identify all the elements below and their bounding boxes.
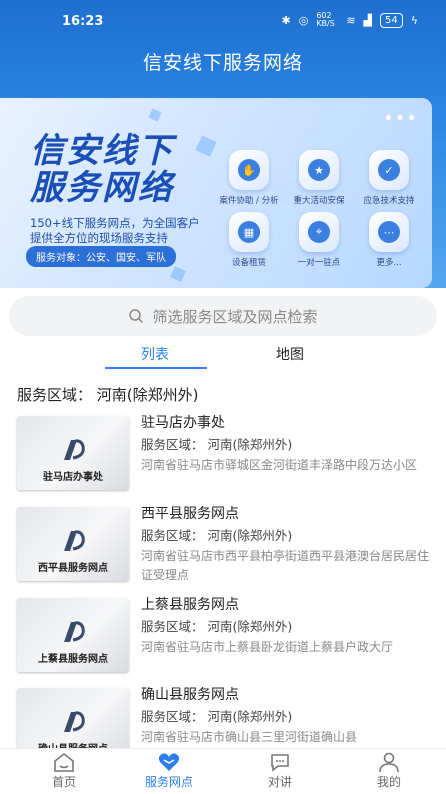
region-header: 服务区域： 河南(除郑州外)	[17, 386, 199, 404]
page-title: 信安线下服务网络	[142, 52, 303, 74]
item-thumbnail: 上蔡县服务网点	[17, 598, 129, 672]
banner-title-line2: 服务网络	[30, 168, 174, 208]
company-logo-icon	[64, 439, 85, 460]
service-case-assist[interactable]: ✋ 案件协助 / 分析	[214, 150, 284, 206]
item-name: 西平县服务网点	[141, 506, 239, 522]
chat-icon	[271, 754, 289, 772]
nav-service-points-label: 服务网点	[144, 775, 193, 789]
status-icons: ✱ ◎ 602 KB/S ≋ ▟ 54 ϟ	[281, 12, 418, 28]
service-onsite[interactable]: ⌖ 一对一驻点	[284, 212, 354, 268]
item-name: 确山县服务网点	[141, 687, 239, 703]
item-region: 服务区域： 河南(除郑州外)	[141, 619, 293, 634]
star-shield-icon: ★	[308, 159, 330, 181]
nav-profile-label: 我的	[376, 775, 401, 789]
thumbnail-caption: 西平县服务网点	[38, 563, 108, 574]
service-label: 重大活动安保	[293, 196, 345, 206]
thumbnail-caption: 驻马店办事处	[43, 472, 103, 483]
nav-intercom-label: 对讲	[267, 775, 292, 789]
nav-home-label: 首页	[51, 775, 76, 789]
thumbnail-caption: 上蔡县服务网点	[38, 654, 108, 665]
banner-subtitle-line1: 150+线下服务网点，为全国客户	[30, 216, 200, 230]
list-item[interactable]: 西平县服务网点 西平县服务网点 服务区域： 河南(除郑州外) 河南省驻马店市西平…	[0, 503, 446, 593]
item-name: 驻马店办事处	[141, 415, 225, 431]
banner-subtitle-line2: 提供全方位的现场服务支持	[30, 231, 168, 245]
device-icon: ▦	[238, 221, 260, 243]
service-label: 更多...	[376, 258, 402, 268]
item-region: 服务区域： 河南(除郑州外)	[141, 528, 293, 543]
bluetooth-icon: ✱	[281, 13, 291, 27]
banner-target-audience: 服务对象：公安、国安、军队	[26, 246, 176, 267]
item-address: 河南省驻马店市确山县三里河街道确山县	[141, 730, 358, 744]
more-icon: ⋯	[378, 221, 400, 243]
item-thumbnail: 驻马店办事处	[17, 416, 129, 490]
list-item[interactable]: 确山县服务网点 确山县服务网点 服务区域： 河南(除郑州外) 河南省驻马店市确山…	[0, 684, 446, 748]
service-label: 应急技术支持	[363, 196, 415, 206]
search-icon	[129, 309, 144, 324]
decor-cube	[170, 266, 186, 282]
item-region: 服务区域： 河南(除郑州外)	[141, 437, 293, 452]
view-tabs: 列表 地图	[0, 344, 446, 374]
item-thumbnail: 西平县服务网点	[17, 507, 129, 581]
search-placeholder: 筛选服务区域及网点检索	[152, 307, 318, 326]
heart-icon	[158, 753, 180, 771]
service-equipment-rental[interactable]: ▦ 设备租赁	[214, 212, 284, 268]
banner-title: 信安线下 服务网络	[30, 133, 174, 207]
item-thumbnail: 确山县服务网点	[17, 688, 129, 748]
item-name: 上蔡县服务网点	[141, 597, 239, 613]
shield-check-icon: ✓	[378, 159, 400, 181]
nav-profile[interactable]: 我的	[354, 751, 424, 790]
net-speed: 602 KB/S	[316, 11, 335, 28]
charging-icon: ϟ	[410, 13, 418, 27]
service-emergency-support[interactable]: ✓ 应急技术支持	[354, 150, 424, 206]
handshake-icon: ✋	[238, 159, 260, 181]
item-region: 服务区域： 河南(除郑州外)	[141, 709, 293, 724]
status-bar: 16:23 ✱ ◎ 602 KB/S ≋ ▟ 54 ϟ	[0, 0, 446, 40]
active-tab-indicator	[105, 367, 207, 369]
signal-icon: ▟	[363, 13, 372, 27]
wifi-icon: ≋	[346, 13, 356, 27]
item-address: 河南省驻马店市驿城区金河街道丰泽路中段万达小区	[141, 458, 418, 472]
status-time: 16:23	[62, 14, 104, 29]
location-pin-icon: ⌖	[308, 221, 330, 243]
list-item[interactable]: 上蔡县服务网点 上蔡县服务网点 服务区域： 河南(除郑州外) 河南省驻马店市上蔡…	[0, 594, 446, 684]
service-label: 案件协助 / 分析	[219, 196, 279, 206]
banner-title-line1: 信安线下	[30, 131, 174, 171]
nav-intercom[interactable]: 对讲	[245, 751, 315, 790]
service-more[interactable]: ⋯ 更多...	[354, 212, 424, 268]
service-label: 一对一驻点	[297, 258, 341, 268]
service-grid: ✋ 案件协助 / 分析 ★ 重大活动安保 ✓ 应急技术支持 ▦ 设备租赁 ⌖ 一对一驻点 …	[214, 150, 424, 268]
list-item[interactable]: 驻马店办事处 驻马店办事处 服务区域： 河南(除郑州外) 河南省驻马店市驿城区金…	[0, 412, 446, 502]
company-logo-icon	[64, 711, 85, 732]
battery-indicator: 54	[380, 12, 403, 28]
thumbnail-caption: 确山县服务网点	[17, 740, 129, 748]
tab-map[interactable]: 地图	[240, 344, 340, 364]
user-icon	[379, 752, 399, 773]
nav-service-points[interactable]: 服务网点	[134, 751, 204, 790]
search-input[interactable]: 筛选服务区域及网点检索	[9, 296, 437, 336]
alarm-icon: ◎	[298, 13, 309, 27]
item-address: 河南省驻马店市上蔡县卧龙街道上蔡县户政大厅	[141, 640, 394, 654]
home-icon	[54, 752, 74, 772]
tab-list[interactable]: 列表	[105, 344, 205, 364]
promo-banner[interactable]: ••• 信安线下 服务网络 150+线下服务网点，为全国客户 提供全方位的现场服…	[0, 98, 432, 288]
item-address: 河南省驻马店市西平县柏亭街道西平县港澳台居民居住证受理点	[141, 549, 430, 582]
service-label: 设备租赁	[231, 258, 266, 268]
company-logo-icon	[64, 621, 85, 642]
service-event-security[interactable]: ★ 重大活动安保	[284, 150, 354, 206]
nav-home[interactable]: 首页	[29, 751, 99, 790]
company-logo-icon	[64, 530, 85, 551]
banner-subtitle: 150+线下服务网点，为全国客户 提供全方位的现场服务支持	[30, 216, 215, 246]
decor-cube	[148, 108, 162, 122]
banner-pagination-dots: •••	[383, 108, 418, 129]
bottom-navigation: 首页 服务网点 对讲 我的	[0, 748, 446, 794]
